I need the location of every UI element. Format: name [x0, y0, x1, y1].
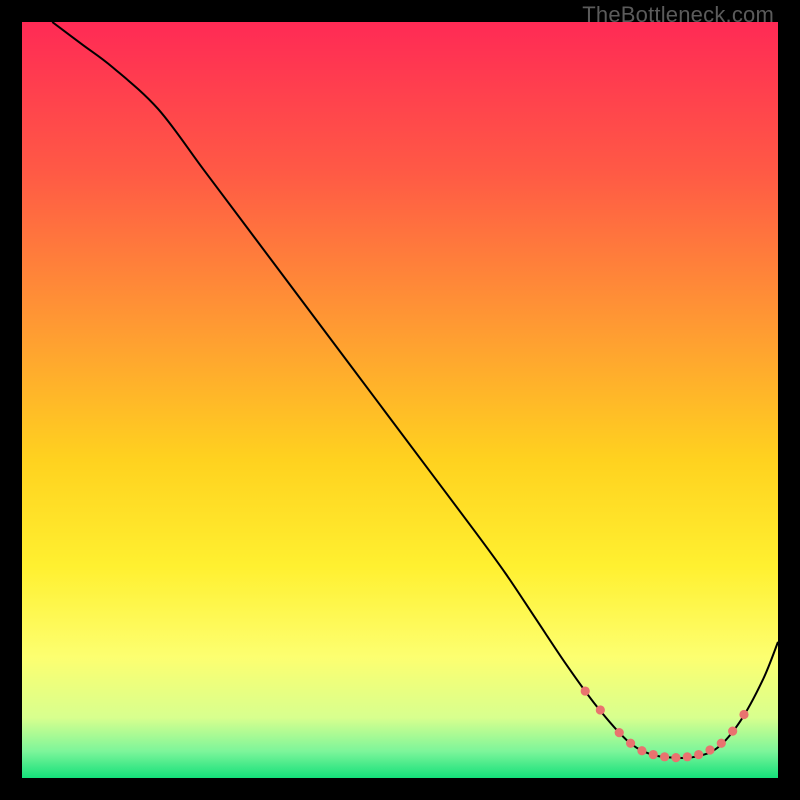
watermark-text: TheBottleneck.com: [582, 2, 774, 28]
highlight-dot: [728, 727, 737, 736]
highlight-dot: [694, 750, 703, 759]
bottleneck-chart: [22, 22, 778, 778]
highlight-dot: [649, 750, 658, 759]
highlight-dot: [615, 728, 624, 737]
gradient-background: [22, 22, 778, 778]
highlight-dot: [581, 686, 590, 695]
highlight-dot: [717, 739, 726, 748]
highlight-dot: [671, 753, 680, 762]
highlight-dot: [626, 739, 635, 748]
highlight-dot: [660, 752, 669, 761]
highlight-dot: [596, 705, 605, 714]
highlight-dot: [739, 710, 748, 719]
highlight-dot: [683, 752, 692, 761]
highlight-dot: [637, 746, 646, 755]
highlight-dot: [705, 745, 714, 754]
chart-frame: [22, 22, 778, 778]
